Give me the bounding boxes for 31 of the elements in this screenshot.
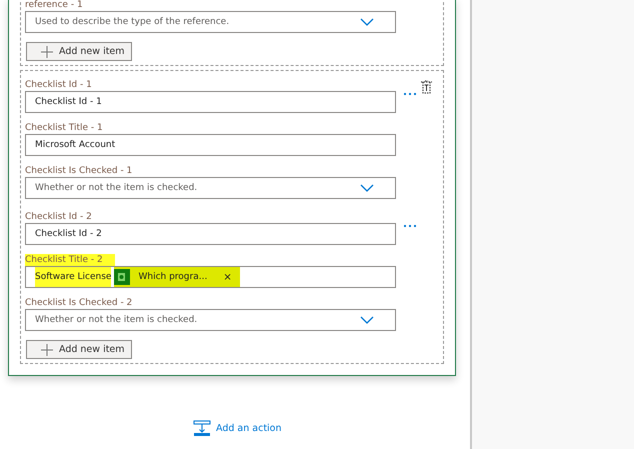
- remove-token-button[interactable]: ×: [223, 272, 232, 282]
- dropdown-field[interactable]: Whether or not the item is checked.: [25, 309, 396, 331]
- text-input-field[interactable]: Checklist Id - 1: [25, 91, 396, 113]
- plus-icon: [41, 46, 53, 58]
- text-input-field[interactable]: Microsoft Account: [25, 134, 396, 156]
- field-label: Checklist Id - 1: [25, 79, 93, 91]
- token-label: Which progra...: [138, 272, 208, 282]
- field-label: Checklist Is Checked - 1: [25, 165, 134, 177]
- field-label: Checklist Id - 2: [25, 211, 93, 223]
- field-value: Software License: [35, 267, 112, 287]
- app-logo-icon: [114, 269, 130, 285]
- add-new-item-button[interactable]: Add new item: [26, 42, 132, 61]
- add-step-icon: [193, 420, 211, 436]
- add-an-action-link[interactable]: Add an action: [193, 420, 282, 436]
- dropdown-field[interactable]: Whether or not the item is checked.: [25, 177, 396, 199]
- text-input-field[interactable]: Checklist Id - 2: [25, 223, 396, 245]
- dynamic-content-token[interactable]: Which progra... ×: [114, 267, 240, 287]
- dropdown-field[interactable]: Used to describe the type of the reference.: [25, 11, 396, 33]
- chevron-down-icon: [360, 18, 374, 26]
- field-label: Checklist Title - 2: [25, 254, 115, 266]
- chevron-down-icon: [360, 316, 374, 324]
- more-options-icon[interactable]: [403, 224, 417, 228]
- token-input-field[interactable]: Software License Which progra... ×: [25, 266, 396, 288]
- plus-icon: [41, 344, 53, 356]
- field-label: reference - 1: [25, 0, 84, 11]
- add-new-item-button[interactable]: Add new item: [26, 340, 132, 359]
- field-label: Checklist Is Checked - 2: [25, 297, 134, 309]
- delete-icon[interactable]: [420, 80, 433, 94]
- field-label: Checklist Title - 1: [25, 122, 104, 134]
- chevron-down-icon: [360, 184, 374, 192]
- more-options-icon[interactable]: [403, 92, 417, 96]
